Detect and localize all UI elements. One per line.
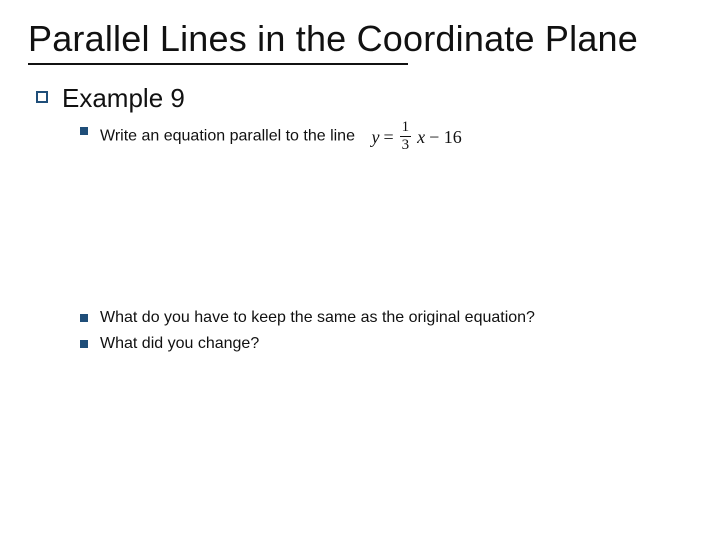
square-bullet-icon <box>80 314 88 322</box>
bullet-text: Write an equation parallel to the line y… <box>100 120 464 153</box>
equation-constant: − 16 <box>427 125 464 149</box>
example-content: Write an equation parallel to the line y… <box>36 120 692 354</box>
example-label: Example 9 <box>62 83 185 114</box>
slide: Parallel Lines in the Coordinate Plane E… <box>0 0 720 540</box>
title-underline <box>28 63 408 65</box>
equation-lhs: y <box>369 125 381 149</box>
page-title: Parallel Lines in the Coordinate Plane <box>28 18 692 59</box>
work-space <box>80 157 692 307</box>
list-item: Write an equation parallel to the line y… <box>80 120 692 153</box>
write-equation-text: Write an equation parallel to the line <box>100 128 355 145</box>
equation-variable: x <box>415 125 427 149</box>
fraction-numerator: 1 <box>400 120 412 136</box>
square-bullet-icon <box>80 127 88 135</box>
fraction-denominator: 3 <box>400 136 412 153</box>
equation: y = 1 3 x − 16 <box>369 120 463 153</box>
square-bullet-icon <box>80 340 88 348</box>
slide-body: Example 9 Write an equation parallel to … <box>28 83 692 354</box>
equation-equals: = <box>381 125 395 149</box>
example-heading: Example 9 <box>36 83 692 114</box>
list-item: What did you change? <box>80 333 692 355</box>
bullet-text: What do you have to keep the same as the… <box>100 307 535 329</box>
bullet-text: What did you change? <box>100 333 259 355</box>
equation-fraction: 1 3 <box>400 120 412 153</box>
list-item: What do you have to keep the same as the… <box>80 307 692 329</box>
square-open-bullet-icon <box>36 91 48 103</box>
